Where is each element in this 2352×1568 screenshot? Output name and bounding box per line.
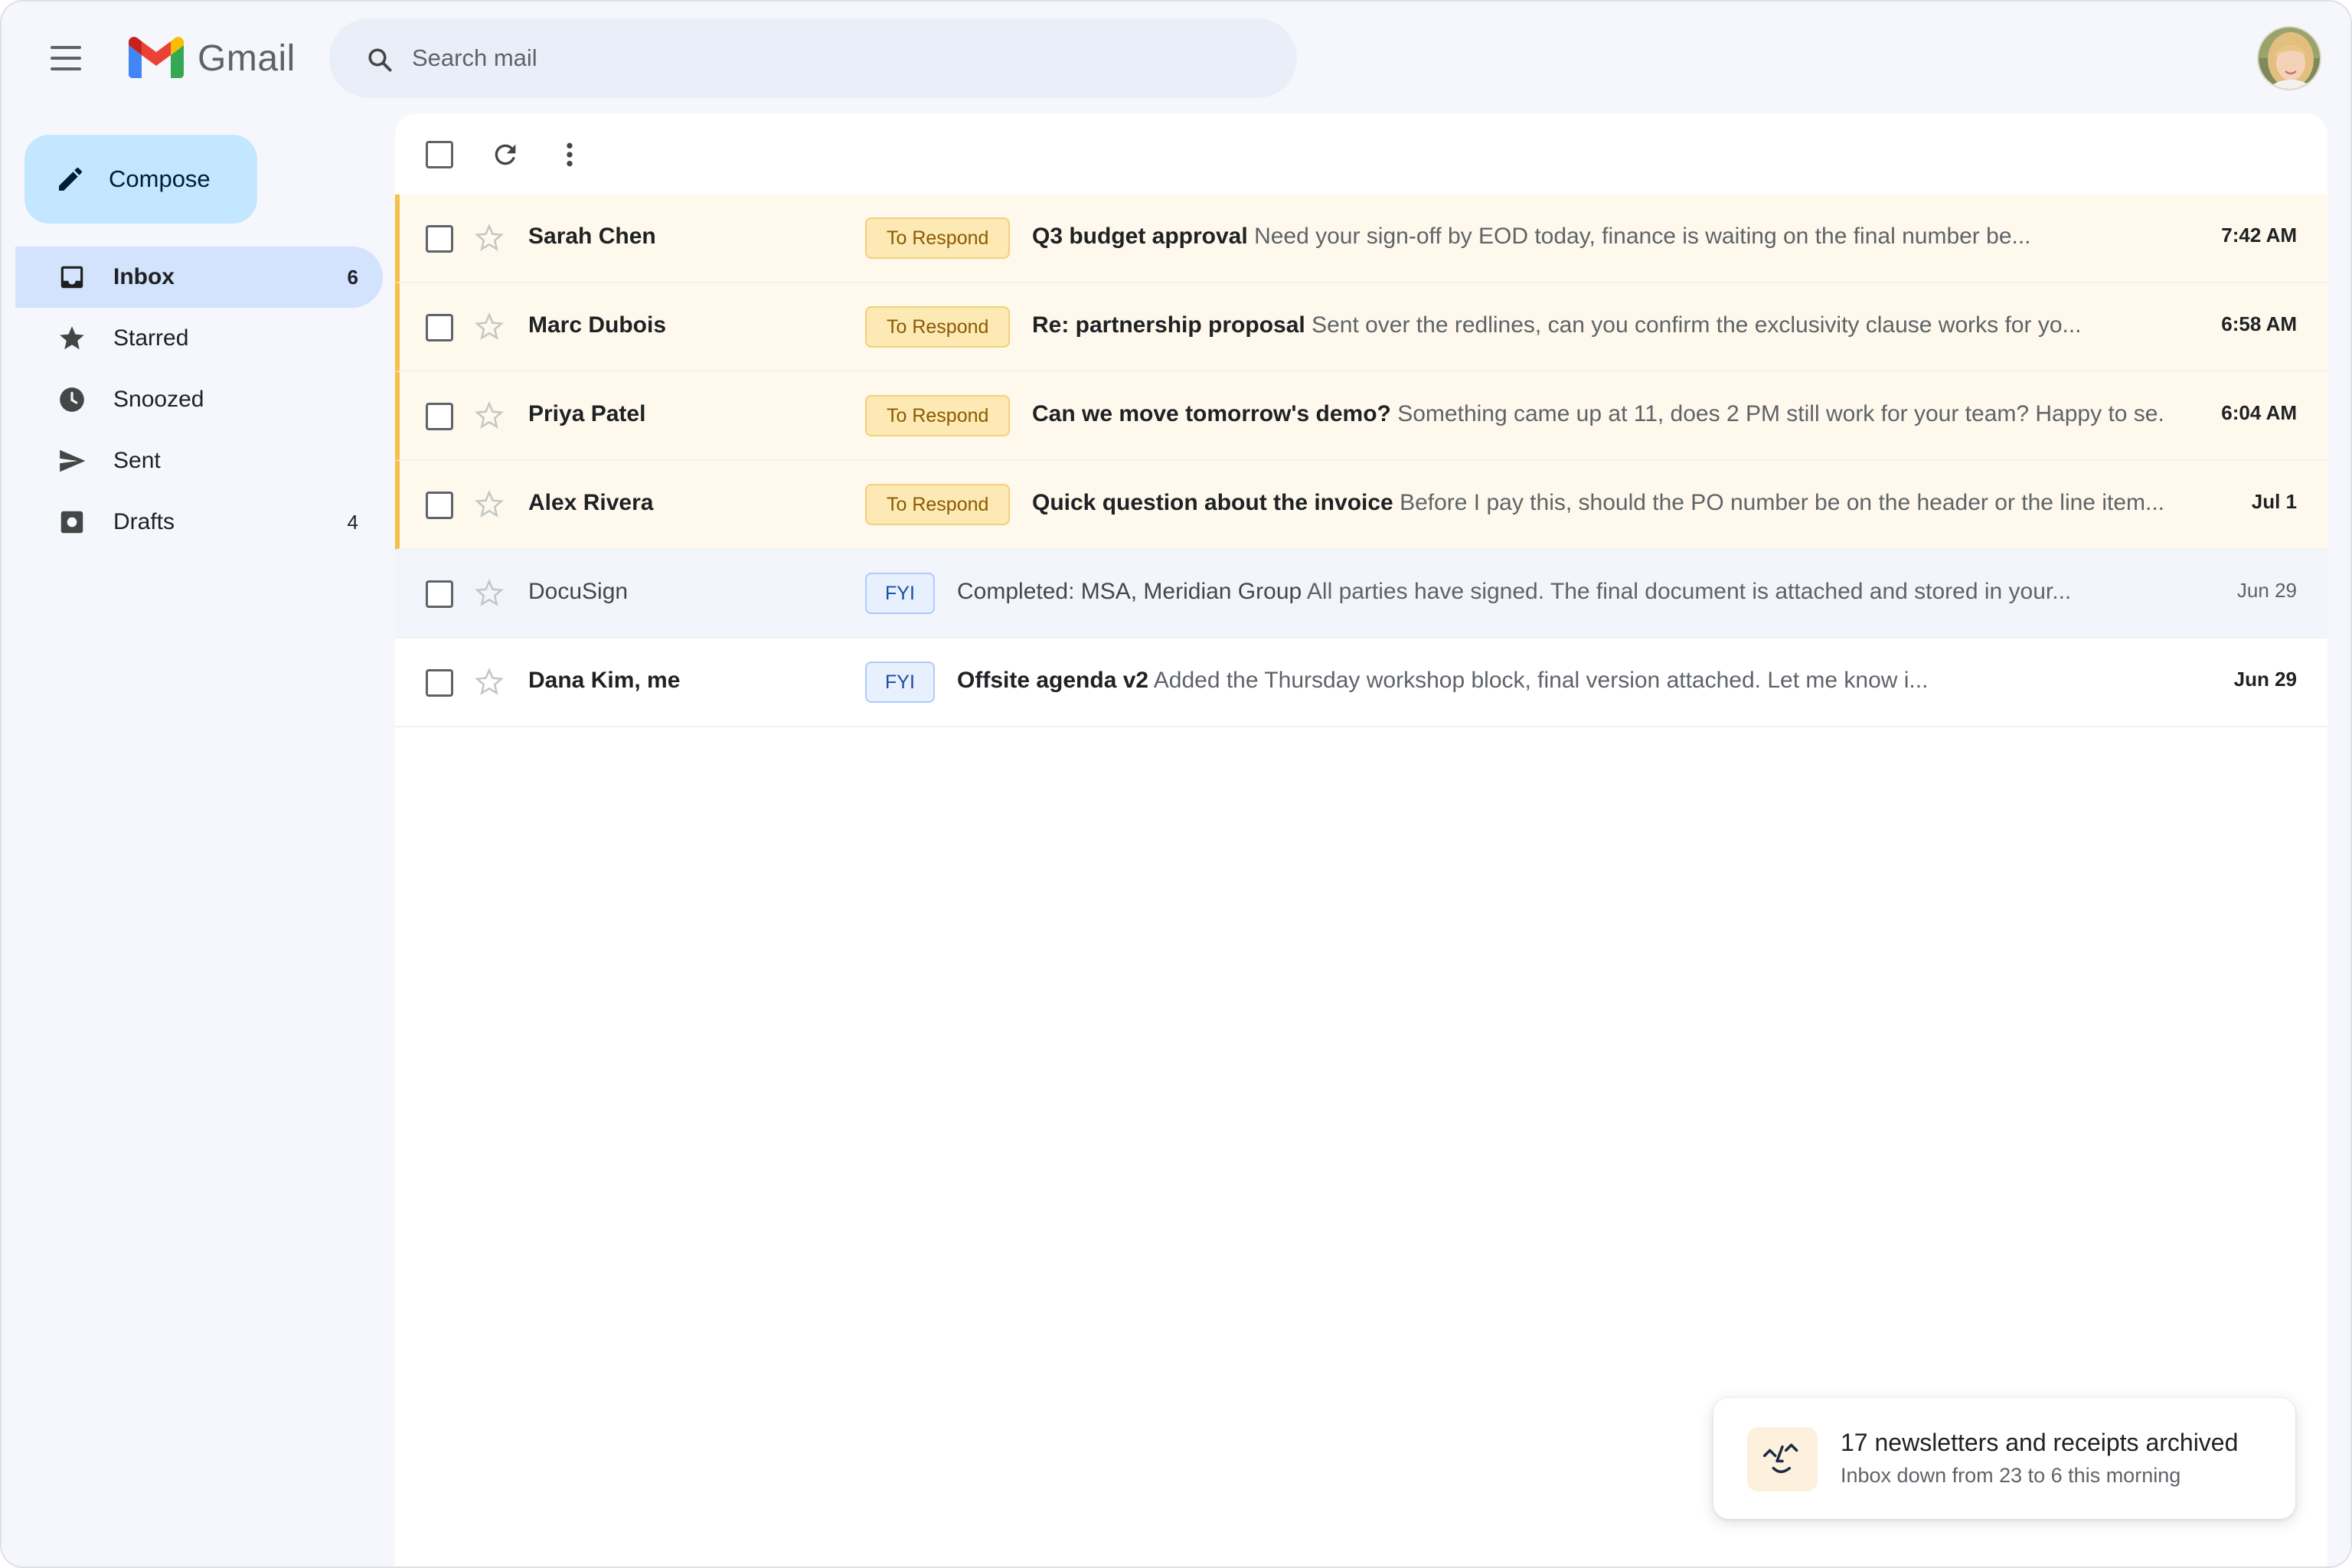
clock-icon xyxy=(57,384,87,415)
email-row[interactable]: Alex Rivera To Respond Quick question ab… xyxy=(395,461,2328,550)
email-date: Jun 29 xyxy=(2236,579,2297,602)
email-sender: Dana Kim, me xyxy=(528,668,681,693)
main-menu-button[interactable] xyxy=(41,38,92,78)
star-outline-icon[interactable] xyxy=(475,490,504,519)
email-subject: Q3 budget approval xyxy=(1032,224,1248,249)
refresh-icon[interactable] xyxy=(490,139,521,170)
email-list: Sarah Chen To Respond Q3 budget approval… xyxy=(395,194,2328,727)
email-row[interactable]: Dana Kim, me FYI Offsite agenda v2 Added… xyxy=(395,639,2328,727)
draft-icon xyxy=(57,507,87,537)
pencil-icon xyxy=(59,167,83,191)
row-checkbox[interactable] xyxy=(426,580,453,608)
row-checkbox[interactable] xyxy=(426,669,453,697)
email-row[interactable]: Marc Dubois To Respond Re: partnership p… xyxy=(395,283,2328,372)
to-respond-label[interactable]: To Respond xyxy=(865,484,1011,525)
sidebar-item-label: Snoozed xyxy=(113,387,204,412)
email-preview: Offsite agenda v2 Added the Thursday wor… xyxy=(957,668,2167,694)
compose-label: Compose xyxy=(109,165,211,192)
mail-list-panel: Sarah Chen To Respond Q3 budget approval… xyxy=(395,113,2328,1566)
toast-title: 17 newsletters and receipts archived xyxy=(1841,1429,2239,1456)
email-snippet: Added the Thursday workshop block, final… xyxy=(1153,668,1929,693)
select-all-checkbox[interactable] xyxy=(426,141,453,168)
archive-toast[interactable]: 17 newsletters and receipts archived Inb… xyxy=(1713,1398,2295,1519)
email-snippet: All parties have signed. The final docum… xyxy=(1306,579,2072,604)
sidebar-item-inbox[interactable]: Inbox 6 xyxy=(15,247,383,308)
star-outline-icon[interactable] xyxy=(475,401,504,430)
email-date: 6:58 AM xyxy=(2221,312,2297,335)
send-icon xyxy=(57,446,87,476)
row-checkbox[interactable] xyxy=(426,314,453,341)
email-preview: Can we move tomorrow's demo? Something c… xyxy=(1032,401,2165,427)
inbox-icon xyxy=(57,262,87,292)
toast-subtitle: Inbox down from 23 to 6 this morning xyxy=(1841,1464,2181,1487)
sidebar-nav: Inbox 6 Starred Snoozed Sent Drafts 4 xyxy=(15,247,383,553)
star-outline-icon[interactable] xyxy=(475,668,504,697)
email-sender: Marc Dubois xyxy=(528,312,667,338)
email-snippet: Sent over the redlines, can you confirm … xyxy=(1312,312,2082,338)
fyi-label[interactable]: FYI xyxy=(865,573,935,614)
sidebar-item-label: Inbox xyxy=(113,264,175,289)
email-subject: Completed: MSA, Meridian Group xyxy=(957,579,1302,604)
email-date: Jul 1 xyxy=(2251,490,2297,513)
email-subject: Offsite agenda v2 xyxy=(957,668,1149,693)
email-date: 6:04 AM xyxy=(2221,401,2297,424)
email-date: 7:42 AM xyxy=(2221,224,2297,247)
sidebar-item-snoozed[interactable]: Snoozed xyxy=(15,369,383,430)
email-subject: Re: partnership proposal xyxy=(1032,312,1305,338)
email-row[interactable]: Priya Patel To Respond Can we move tomor… xyxy=(395,372,2328,461)
sidebar-item-label: Sent xyxy=(113,448,161,473)
email-date: Jun 29 xyxy=(2233,668,2297,691)
row-checkbox[interactable] xyxy=(426,492,453,519)
gmail-logo[interactable]: Gmail xyxy=(129,35,296,81)
email-sender: Sarah Chen xyxy=(528,224,656,249)
compose-button[interactable]: Compose xyxy=(24,135,257,224)
to-respond-label[interactable]: To Respond xyxy=(865,306,1011,348)
email-preview: Q3 budget approval Need your sign-off by… xyxy=(1032,224,2165,250)
email-preview: Re: partnership proposal Sent over the r… xyxy=(1032,312,2165,338)
account-avatar[interactable] xyxy=(2257,26,2321,90)
user-photo-icon xyxy=(2259,28,2320,89)
email-sender: Priya Patel xyxy=(528,401,646,426)
app-name: Gmail xyxy=(198,38,296,79)
email-preview: Completed: MSA, Meridian Group All parti… xyxy=(957,579,2167,605)
search-bar[interactable] xyxy=(329,18,1297,98)
sidebar-item-sent[interactable]: Sent xyxy=(15,430,383,492)
email-subject: Can we move tomorrow's demo? xyxy=(1032,401,1391,426)
row-checkbox[interactable] xyxy=(426,403,453,430)
to-respond-label[interactable]: To Respond xyxy=(865,217,1011,259)
star-outline-icon[interactable] xyxy=(475,224,504,253)
draft-count: 4 xyxy=(347,510,358,534)
email-sender: DocuSign xyxy=(528,579,629,604)
assistant-face-icon xyxy=(1747,1427,1818,1491)
email-snippet: Need your sign-off by EOD today, finance… xyxy=(1254,224,2031,249)
gmail-window: Gmail Compose Inbox xyxy=(0,0,2352,1568)
unread-count: 6 xyxy=(347,265,358,289)
fyi-label[interactable]: FYI xyxy=(865,662,935,703)
sidebar-item-drafts[interactable]: Drafts 4 xyxy=(15,492,383,553)
to-respond-label[interactable]: To Respond xyxy=(865,395,1011,436)
sidebar-item-label: Starred xyxy=(113,325,189,351)
star-outline-icon[interactable] xyxy=(475,579,504,608)
search-input[interactable] xyxy=(412,38,1254,78)
star-icon xyxy=(57,323,87,354)
more-options-icon[interactable] xyxy=(554,139,585,170)
search-icon[interactable] xyxy=(366,46,394,74)
email-row[interactable]: DocuSign FYI Completed: MSA, Meridian Gr… xyxy=(395,550,2328,639)
email-snippet: Before I pay this, should the PO number … xyxy=(1400,490,2164,515)
email-row[interactable]: Sarah Chen To Respond Q3 budget approval… xyxy=(395,194,2328,283)
star-outline-icon[interactable] xyxy=(475,312,504,341)
email-sender: Alex Rivera xyxy=(528,490,654,515)
mail-toolbar xyxy=(395,113,2328,194)
sidebar-item-starred[interactable]: Starred xyxy=(15,308,383,369)
email-preview: Quick question about the invoice Before … xyxy=(1032,490,2165,516)
gmail-m-icon xyxy=(129,37,184,78)
email-snippet: Something came up at 11, does 2 PM still… xyxy=(1397,401,2165,426)
row-checkbox[interactable] xyxy=(426,225,453,253)
sidebar-item-label: Drafts xyxy=(113,509,175,534)
email-subject: Quick question about the invoice xyxy=(1032,490,1393,515)
